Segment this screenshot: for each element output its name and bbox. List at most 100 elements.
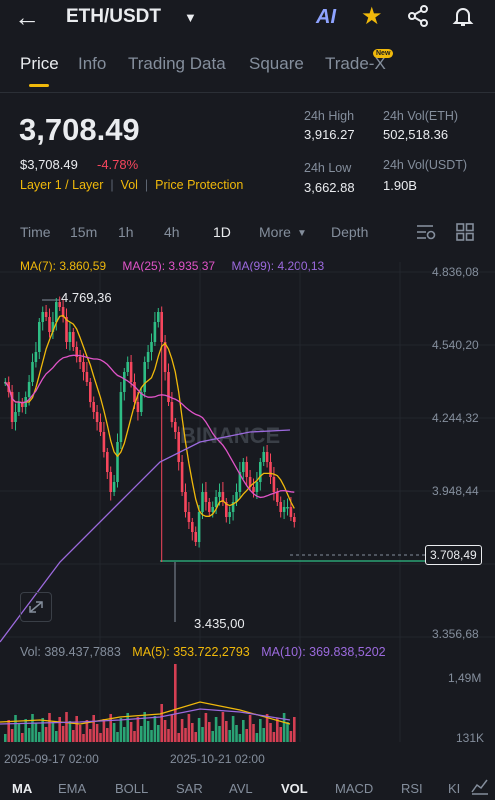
vol-eth-label: 24h Vol(ETH) (383, 109, 459, 123)
volume-bar (252, 724, 255, 742)
volume-bar (214, 717, 218, 742)
volume-bar (58, 717, 61, 742)
tf-depth[interactable]: Depth (331, 224, 368, 240)
candle-body (146, 352, 150, 362)
star-icon[interactable]: ★ (361, 2, 383, 31)
y-tick: 3.948,44 (432, 484, 479, 498)
candle-body (55, 302, 58, 322)
tf-more[interactable]: More (259, 224, 291, 240)
volume-bar (82, 734, 85, 742)
tab-price[interactable]: Price (20, 54, 59, 74)
tag-vol[interactable]: Vol (121, 178, 138, 192)
candle-body (92, 402, 95, 412)
tab-square[interactable]: Square (249, 54, 304, 74)
volume-bar (282, 713, 286, 742)
ind-avl[interactable]: AVL (229, 781, 253, 796)
active-tab-indicator (29, 84, 49, 87)
candle-body (228, 512, 231, 517)
current-price-tag[interactable]: 3.708,49 (425, 545, 482, 565)
vol-y-bottom: 131K (456, 731, 485, 745)
more-caret-icon[interactable]: ▼ (297, 228, 307, 239)
volume-bar (34, 723, 38, 742)
candle-body (68, 332, 72, 342)
volume-bar (235, 725, 238, 742)
ind-ki[interactable]: KI (448, 781, 460, 796)
y-tick: 4.244,32 (432, 411, 479, 425)
price-chart[interactable]: BINANCE (0, 262, 495, 774)
bell-icon[interactable] (451, 4, 475, 33)
candle-body (201, 492, 204, 512)
high-label: 24h High (304, 109, 355, 123)
pair-title[interactable]: ETH/USDT (66, 6, 161, 28)
back-arrow-icon[interactable]: ← (14, 2, 40, 33)
volume-bar (92, 715, 95, 742)
volume-bar (174, 664, 177, 742)
ind-sar[interactable]: SAR (176, 781, 203, 796)
candle-body (119, 392, 123, 442)
candle-body (95, 412, 99, 422)
candle-body (282, 507, 286, 512)
candle-body (163, 342, 167, 372)
volume-bar (51, 722, 55, 742)
tf-15m[interactable]: 15m (70, 224, 97, 240)
candle-body (177, 432, 180, 462)
volume-bar (218, 726, 221, 742)
candle-body (27, 382, 31, 397)
top-bar: ← ETH/USDT ▼ AI ★ (0, 0, 495, 40)
candle-body (123, 372, 126, 392)
volume-bar (197, 718, 201, 742)
candle-body (276, 492, 279, 502)
main-tabs: Price Info Trading Data Square Trade-X N… (0, 49, 495, 88)
volume-bar (38, 732, 41, 742)
low-marker: 3.435,00 (194, 616, 245, 631)
tf-4h[interactable]: 4h (164, 224, 180, 240)
ind-boll[interactable]: BOLL (115, 781, 148, 796)
volume-bar (167, 729, 170, 742)
ind-macd[interactable]: MACD (335, 781, 373, 796)
tag-price-protection[interactable]: Price Protection (155, 178, 243, 192)
expand-indicators-icon[interactable] (470, 777, 490, 800)
volume-bar (191, 723, 194, 742)
ma7-line (4, 314, 295, 517)
tab-info[interactable]: Info (78, 54, 106, 74)
candle-body (89, 382, 92, 402)
ind-vol[interactable]: VOL (281, 781, 308, 796)
tf-1h[interactable]: 1h (118, 224, 134, 240)
candle-body (99, 422, 102, 432)
volume-bar (225, 721, 228, 742)
candle-body (180, 462, 184, 492)
volume-bar (259, 719, 262, 742)
volume-bar (27, 728, 31, 742)
chevron-down-icon[interactable]: ▼ (184, 10, 197, 25)
indicator-settings-icon[interactable] (416, 223, 436, 246)
new-badge: New (373, 49, 394, 58)
candle-body (72, 332, 75, 347)
share-icon[interactable] (406, 4, 430, 33)
tf-time[interactable]: Time (20, 224, 51, 240)
ind-rsi[interactable]: RSI (401, 781, 423, 796)
price-change: -4.78% (97, 157, 139, 172)
layout-grid-icon[interactable] (456, 223, 474, 246)
ind-ma[interactable]: MA (12, 781, 32, 796)
volume-bar (123, 727, 126, 742)
volume-bar (112, 723, 116, 742)
y-tick: 4.836,08 (432, 265, 479, 279)
volume-bar (221, 712, 225, 742)
volume-bar (276, 718, 279, 742)
tab-trading-data[interactable]: Trading Data (128, 54, 226, 74)
tf-1d[interactable]: 1D (213, 224, 231, 240)
volume-bar (272, 732, 276, 742)
vol-usdt-value: 1.90B (383, 178, 417, 193)
volume-bar (21, 733, 24, 742)
expand-icon[interactable] (20, 592, 52, 622)
volume-bar (211, 731, 214, 742)
tag-layer[interactable]: Layer 1 / Layer (20, 178, 103, 192)
volume-bar (116, 732, 119, 742)
ind-ema[interactable]: EMA (58, 781, 86, 796)
volume-bar (150, 730, 153, 742)
x-date: 2025-09-17 02:00 (4, 752, 99, 766)
candle-body (150, 342, 153, 352)
volume-bar (245, 729, 248, 742)
ai-icon[interactable]: AI (316, 6, 336, 29)
volume-bar (279, 727, 282, 742)
